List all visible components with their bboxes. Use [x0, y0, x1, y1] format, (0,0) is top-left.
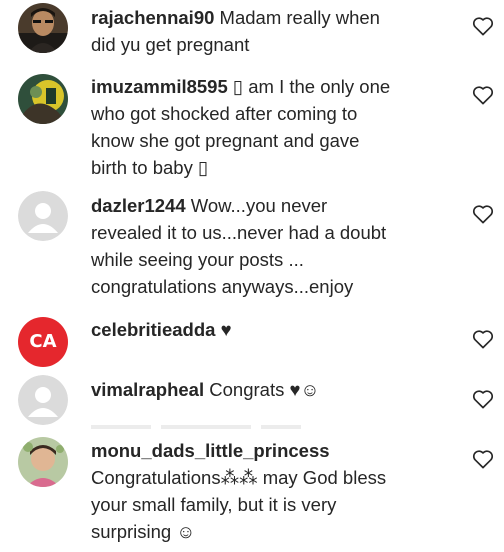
heart-outline-icon — [472, 450, 494, 469]
avatar[interactable]: CA — [18, 317, 68, 367]
comment-text: vimalrapheal Congrats ♥☺ — [91, 376, 463, 403]
comment-username[interactable]: dazler1244 — [91, 195, 186, 216]
like-button[interactable] — [472, 204, 494, 224]
user-photo-icon — [18, 437, 68, 487]
heart-outline-icon — [472, 17, 494, 36]
avatar[interactable] — [18, 437, 68, 487]
like-button[interactable] — [472, 16, 494, 36]
comment-body: congratulations anyways...enjoy — [91, 276, 354, 297]
comment-text: celebritieadda ♥ — [91, 316, 463, 343]
user-photo-icon — [18, 3, 68, 53]
comment-username[interactable]: vimalrapheal — [91, 379, 204, 400]
comment-body: know she got pregnant and gave — [91, 130, 360, 151]
like-button[interactable] — [472, 329, 494, 349]
comment-body: who got shocked after coming to — [91, 103, 358, 124]
comment-text: imuzammil8595 ▯ am I the only one who go… — [91, 73, 463, 181]
heart-outline-icon — [472, 205, 494, 224]
comment-body: ▯ am I the only one — [232, 76, 391, 97]
comment-text: monu_dads_little_princess Congratulation… — [91, 437, 463, 545]
comment-username[interactable]: imuzammil8595 — [91, 76, 228, 97]
comment-body: while seeing your posts ... — [91, 249, 304, 270]
faded-text-artifact — [91, 425, 301, 429]
comment-body: Wow...you never — [190, 195, 328, 216]
comment-username[interactable]: monu_dads_little_princess — [91, 440, 330, 461]
heart-outline-icon — [472, 330, 494, 349]
person-silhouette-icon — [18, 375, 68, 425]
avatar[interactable] — [18, 3, 68, 53]
heart-outline-icon — [472, 390, 494, 409]
avatar[interactable] — [18, 74, 68, 124]
comment-body: birth to baby ▯ — [91, 157, 209, 178]
comment-body: did yu get pregnant — [91, 34, 250, 55]
comment-body: surprising ☺ — [91, 521, 196, 542]
user-photo-icon — [18, 74, 68, 124]
like-button[interactable] — [472, 85, 494, 105]
comment-body: revealed it to us...never had a doubt — [91, 222, 387, 243]
heart-outline-icon — [472, 86, 494, 105]
person-silhouette-icon — [18, 191, 68, 241]
comment-text: dazler1244 Wow...you never revealed it t… — [91, 192, 463, 300]
faded-divider — [91, 423, 411, 431]
comment-body: your small family, but it is very — [91, 494, 337, 515]
comment-text: rajachennai90 Madam really when did yu g… — [91, 4, 463, 58]
comment-body: Madam really when — [219, 7, 380, 28]
like-button[interactable] — [472, 449, 494, 469]
comment-body: Congrats ♥☺ — [209, 379, 320, 400]
like-button[interactable] — [472, 389, 494, 409]
comment-username[interactable]: rajachennai90 — [91, 7, 214, 28]
comment-body: ♥ — [220, 319, 232, 340]
avatar-initials: CA — [29, 331, 57, 352]
avatar[interactable] — [18, 191, 68, 241]
avatar[interactable] — [18, 375, 68, 425]
comment-body: Congratulations⁂⁂ may God bless — [91, 467, 387, 488]
comment-username[interactable]: celebritieadda — [91, 319, 215, 340]
